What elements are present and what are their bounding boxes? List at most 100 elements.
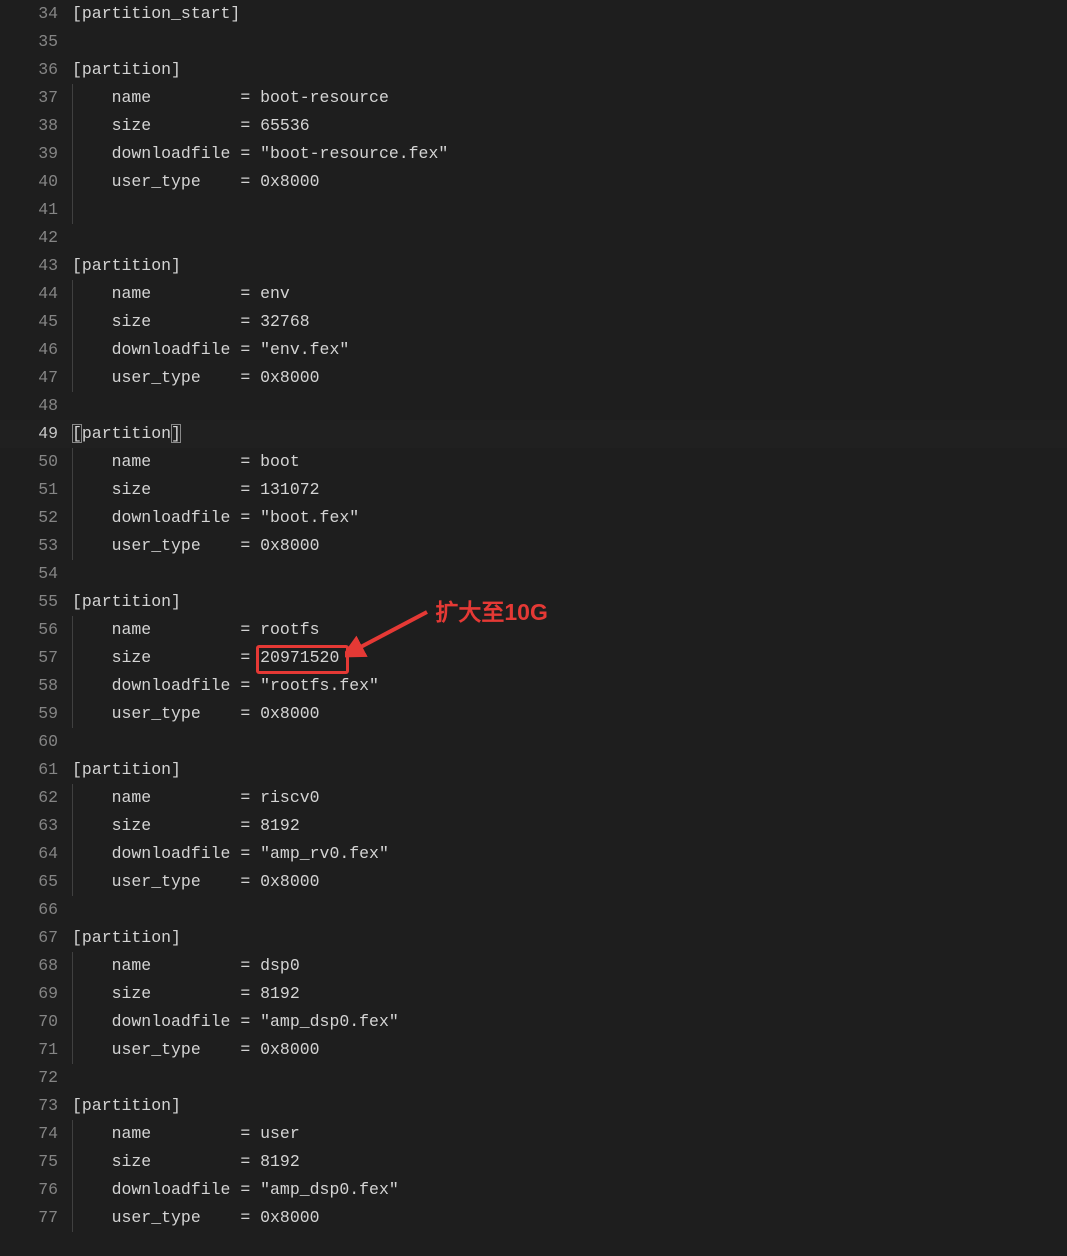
- code-content: downloadfile = "rootfs.fex": [72, 672, 1067, 700]
- code-line[interactable]: 40 user_type = 0x8000: [0, 168, 1067, 196]
- code-line[interactable]: 59 user_type = 0x8000: [0, 700, 1067, 728]
- code-line[interactable]: 53 user_type = 0x8000: [0, 532, 1067, 560]
- line-number: 64: [0, 840, 72, 868]
- code-line[interactable]: 64 downloadfile = "amp_rv0.fex": [0, 840, 1067, 868]
- code-line[interactable]: 71 user_type = 0x8000: [0, 1036, 1067, 1064]
- code-line[interactable]: 66: [0, 896, 1067, 924]
- code-line[interactable]: 35: [0, 28, 1067, 56]
- code-content: name = boot-resource: [72, 84, 1067, 112]
- line-number: 55: [0, 588, 72, 616]
- line-number: 50: [0, 448, 72, 476]
- code-content: name = dsp0: [72, 952, 1067, 980]
- code-content: size = 20971520: [72, 644, 1067, 672]
- code-line[interactable]: 46 downloadfile = "env.fex": [0, 336, 1067, 364]
- line-number: 70: [0, 1008, 72, 1036]
- code-line[interactable]: 72: [0, 1064, 1067, 1092]
- line-number: 68: [0, 952, 72, 980]
- code-line[interactable]: 70 downloadfile = "amp_dsp0.fex": [0, 1008, 1067, 1036]
- code-line[interactable]: 38 size = 65536: [0, 112, 1067, 140]
- code-line[interactable]: 57 size = 20971520: [0, 644, 1067, 672]
- code-content: [partition]: [72, 252, 1067, 280]
- code-content: user_type = 0x8000: [72, 1036, 1067, 1064]
- line-number: 61: [0, 756, 72, 784]
- line-number: 67: [0, 924, 72, 952]
- code-content: user_type = 0x8000: [72, 700, 1067, 728]
- code-line[interactable]: 44 name = env: [0, 280, 1067, 308]
- code-line[interactable]: 55[partition]: [0, 588, 1067, 616]
- line-number: 34: [0, 0, 72, 28]
- code-line[interactable]: 49[partition]: [0, 420, 1067, 448]
- code-line[interactable]: 50 name = boot: [0, 448, 1067, 476]
- code-content: size = 8192: [72, 980, 1067, 1008]
- code-content: name = user: [72, 1120, 1067, 1148]
- code-content: [partition]: [72, 756, 1067, 784]
- code-line[interactable]: 68 name = dsp0: [0, 952, 1067, 980]
- code-content: downloadfile = "boot.fex": [72, 504, 1067, 532]
- line-number: 38: [0, 112, 72, 140]
- code-content: name = riscv0: [72, 784, 1067, 812]
- line-number: 35: [0, 28, 72, 56]
- code-line[interactable]: 60: [0, 728, 1067, 756]
- code-line[interactable]: 54: [0, 560, 1067, 588]
- code-line[interactable]: 51 size = 131072: [0, 476, 1067, 504]
- line-number: 42: [0, 224, 72, 252]
- code-line[interactable]: 52 downloadfile = "boot.fex": [0, 504, 1067, 532]
- line-number: 52: [0, 504, 72, 532]
- code-line[interactable]: 67[partition]: [0, 924, 1067, 952]
- line-number: 59: [0, 700, 72, 728]
- line-number: 77: [0, 1204, 72, 1232]
- code-content: name = env: [72, 280, 1067, 308]
- boxed-value: 20971520: [260, 648, 339, 667]
- code-content: [partition]: [72, 420, 1067, 448]
- code-line[interactable]: 43[partition]: [0, 252, 1067, 280]
- code-content: size = 65536: [72, 112, 1067, 140]
- code-content: user_type = 0x8000: [72, 1204, 1067, 1232]
- code-line[interactable]: 76 downloadfile = "amp_dsp0.fex": [0, 1176, 1067, 1204]
- line-number: 47: [0, 364, 72, 392]
- code-content: [partition]: [72, 924, 1067, 952]
- code-line[interactable]: 69 size = 8192: [0, 980, 1067, 1008]
- code-line[interactable]: 42: [0, 224, 1067, 252]
- line-number: 62: [0, 784, 72, 812]
- code-line[interactable]: 77 user_type = 0x8000: [0, 1204, 1067, 1232]
- code-line[interactable]: 56 name = rootfs: [0, 616, 1067, 644]
- code-content: size = 32768: [72, 308, 1067, 336]
- line-number: 74: [0, 1120, 72, 1148]
- code-content: user_type = 0x8000: [72, 868, 1067, 896]
- line-number: 63: [0, 812, 72, 840]
- line-number: 73: [0, 1092, 72, 1120]
- code-content: user_type = 0x8000: [72, 168, 1067, 196]
- code-line[interactable]: 34[partition_start]: [0, 0, 1067, 28]
- code-line[interactable]: 41: [0, 196, 1067, 224]
- line-number: 56: [0, 616, 72, 644]
- code-line[interactable]: 45 size = 32768: [0, 308, 1067, 336]
- code-content: size = 8192: [72, 812, 1067, 840]
- line-number: 39: [0, 140, 72, 168]
- code-line[interactable]: 58 downloadfile = "rootfs.fex": [0, 672, 1067, 700]
- code-line[interactable]: 74 name = user: [0, 1120, 1067, 1148]
- code-line[interactable]: 36[partition]: [0, 56, 1067, 84]
- code-line[interactable]: 73[partition]: [0, 1092, 1067, 1120]
- code-content: name = rootfs: [72, 616, 1067, 644]
- code-line[interactable]: 47 user_type = 0x8000: [0, 364, 1067, 392]
- line-number: 43: [0, 252, 72, 280]
- code-line[interactable]: 63 size = 8192: [0, 812, 1067, 840]
- line-number: 57: [0, 644, 72, 672]
- code-editor[interactable]: 34[partition_start]3536[partition]37 nam…: [0, 0, 1067, 1256]
- line-number: 46: [0, 336, 72, 364]
- line-number: 76: [0, 1176, 72, 1204]
- code-line[interactable]: 39 downloadfile = "boot-resource.fex": [0, 140, 1067, 168]
- code-line[interactable]: 65 user_type = 0x8000: [0, 868, 1067, 896]
- code-content: user_type = 0x8000: [72, 364, 1067, 392]
- code-line[interactable]: 61[partition]: [0, 756, 1067, 784]
- code-line[interactable]: 37 name = boot-resource: [0, 84, 1067, 112]
- line-number: 40: [0, 168, 72, 196]
- line-number: 36: [0, 56, 72, 84]
- line-number: 65: [0, 868, 72, 896]
- code-line[interactable]: 62 name = riscv0: [0, 784, 1067, 812]
- code-content: size = 131072: [72, 476, 1067, 504]
- code-line[interactable]: 75 size = 8192: [0, 1148, 1067, 1176]
- code-content: size = 8192: [72, 1148, 1067, 1176]
- line-number: 48: [0, 392, 72, 420]
- code-line[interactable]: 48: [0, 392, 1067, 420]
